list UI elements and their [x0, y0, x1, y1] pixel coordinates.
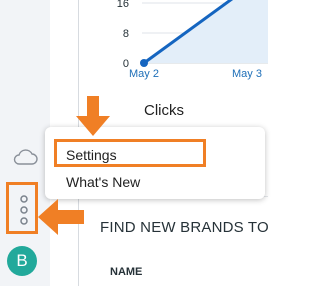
data-point	[140, 59, 148, 67]
left-arrow-annotation	[38, 199, 84, 235]
down-arrow-annotation	[76, 96, 110, 136]
left-rail	[0, 0, 50, 286]
cloud-icon[interactable]	[12, 148, 38, 166]
more-button-highlight-box	[6, 182, 38, 234]
y-tick-label: 8	[123, 28, 129, 40]
section-title: FIND NEW BRANDS TO	[100, 219, 269, 236]
x-tick-label: May 3	[232, 68, 262, 80]
y-tick-label: 16	[117, 0, 129, 10]
x-tick-label: May 2	[129, 68, 159, 80]
chart-title: Clicks	[144, 102, 184, 119]
clicks-chart: 16 8 0 May 2 May 3	[79, 0, 268, 90]
settings-highlight-box	[54, 139, 206, 167]
avatar[interactable]: B	[7, 246, 37, 276]
column-header-name[interactable]: NAME	[110, 266, 142, 278]
series-area	[144, 0, 268, 63]
menu-item-whats-new[interactable]: What's New	[66, 174, 140, 190]
